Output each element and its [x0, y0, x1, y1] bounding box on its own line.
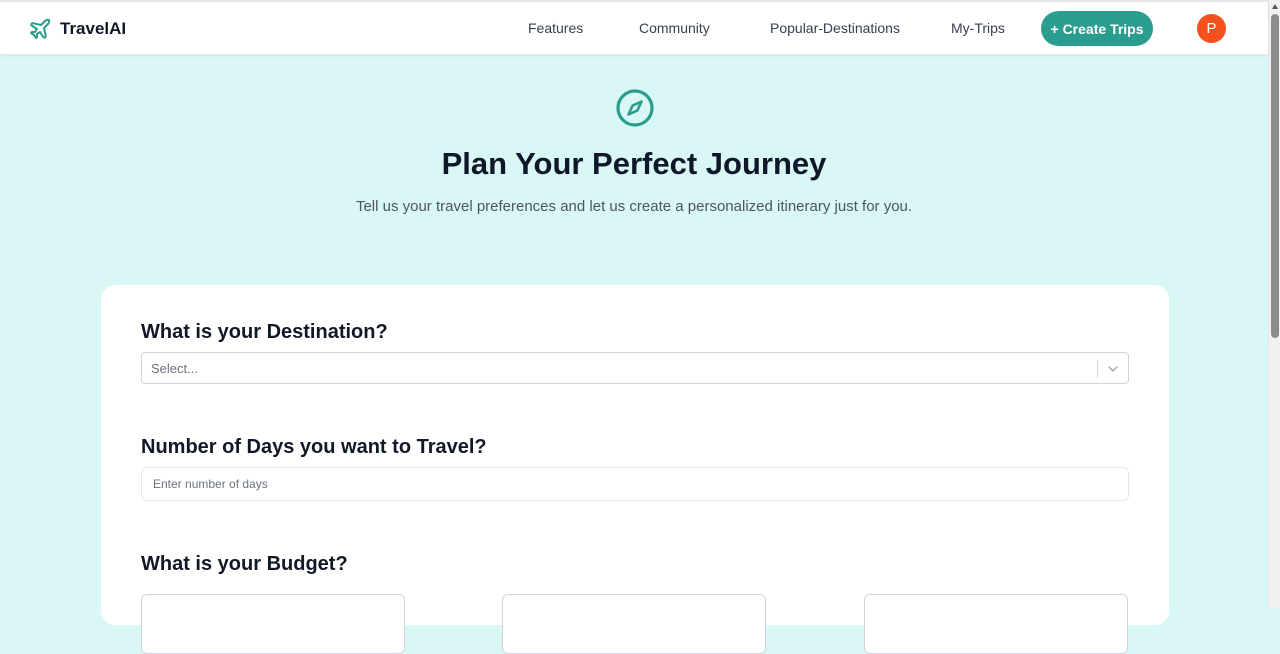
- trip-preferences-form: What is your Destination? Select... Numb…: [101, 285, 1169, 654]
- page-title: Plan Your Perfect Journey: [441, 146, 827, 181]
- destination-label: What is your Destination?: [141, 321, 388, 343]
- user-avatar[interactable]: P: [1197, 14, 1226, 43]
- select-separator: [1097, 360, 1098, 378]
- top-navbar: TravelAI Features Community Popular-Dest…: [0, 2, 1268, 55]
- nav-link-my-trips[interactable]: My-Trips: [951, 20, 1005, 36]
- nav-link-community[interactable]: Community: [639, 20, 710, 36]
- days-label: Number of Days you want to Travel?: [141, 436, 487, 458]
- destination-select[interactable]: Select...: [141, 352, 1129, 384]
- destination-select-placeholder: Select...: [151, 361, 198, 376]
- page-subtitle: Tell us your travel preferences and let …: [355, 198, 913, 215]
- page-scrollbar[interactable]: [1268, 0, 1280, 608]
- chevron-down-icon[interactable]: [1107, 363, 1119, 375]
- budget-option-card[interactable]: [141, 594, 405, 654]
- scrollbar-thumb[interactable]: [1271, 14, 1279, 338]
- brand-logo[interactable]: TravelAI: [28, 16, 126, 42]
- brand-name: TravelAI: [60, 19, 127, 38]
- airplane-icon: [30, 18, 51, 39]
- nav-link-features[interactable]: Features: [528, 20, 583, 36]
- compass-icon: [616, 89, 654, 127]
- budget-option-card[interactable]: [864, 594, 1128, 654]
- create-trips-button[interactable]: + Create Trips: [1041, 11, 1153, 46]
- scroll-up-arrow-icon[interactable]: [1272, 4, 1278, 9]
- nav-link-popular-destinations[interactable]: Popular-Destinations: [770, 20, 900, 36]
- budget-label: What is your Budget?: [141, 553, 348, 575]
- budget-option-card[interactable]: [502, 594, 766, 654]
- days-input[interactable]: [141, 467, 1129, 501]
